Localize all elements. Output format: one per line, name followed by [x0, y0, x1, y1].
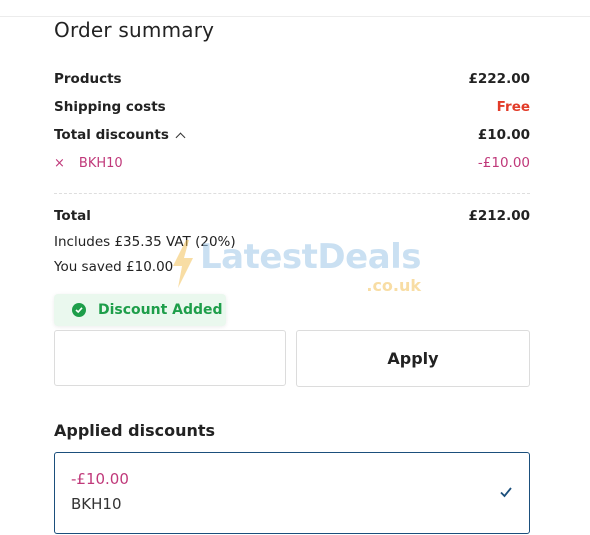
applied-discount-card[interactable]: -£10.00 BKH10 [54, 452, 530, 534]
check-circle-icon [72, 303, 86, 317]
toast-message: Discount Added [98, 302, 223, 318]
applied-discount-amount: -£10.00 [71, 470, 129, 488]
shipping-row: Shipping costs Free [54, 96, 530, 118]
discount-added-toast: Discount Added [54, 294, 226, 326]
checkmark-icon [500, 487, 512, 498]
total-discounts-toggle[interactable]: Total discounts [54, 127, 186, 143]
products-value: £222.00 [468, 71, 531, 87]
chevron-up-icon [175, 132, 186, 143]
discount-code-input[interactable] [54, 330, 286, 386]
top-divider [0, 16, 590, 17]
discount-line-row: × BKH10 -£10.00 [54, 152, 530, 174]
watermark-text: LatestDeals [200, 237, 422, 277]
products-row: Products £222.00 [54, 68, 530, 90]
total-row: Total £212.00 [54, 205, 530, 227]
total-discounts-label: Total discounts [54, 127, 169, 143]
products-label: Products [54, 71, 122, 87]
applied-discount-code: BKH10 [71, 495, 122, 513]
total-value: £212.00 [468, 208, 531, 224]
total-label: Total [54, 208, 91, 224]
applied-discounts-heading: Applied discounts [54, 421, 216, 440]
shipping-value: Free [496, 99, 530, 115]
total-discounts-value: £10.00 [477, 127, 530, 143]
watermark-logo: LatestDeals .co.uk [170, 237, 422, 295]
saved-note: You saved £10.00 [54, 259, 174, 275]
lightning-bolt-icon [173, 240, 193, 288]
page-title: Order summary [54, 18, 215, 42]
apply-button[interactable]: Apply [296, 330, 530, 387]
remove-discount-icon[interactable]: × [54, 156, 65, 171]
watermark-subtext: .co.uk [366, 276, 422, 295]
summary-divider [54, 193, 530, 194]
discount-code-label: BKH10 [78, 156, 123, 171]
total-discounts-row: Total discounts £10.00 [54, 124, 530, 146]
discount-line-value: -£10.00 [477, 155, 530, 171]
shipping-label: Shipping costs [54, 99, 166, 115]
